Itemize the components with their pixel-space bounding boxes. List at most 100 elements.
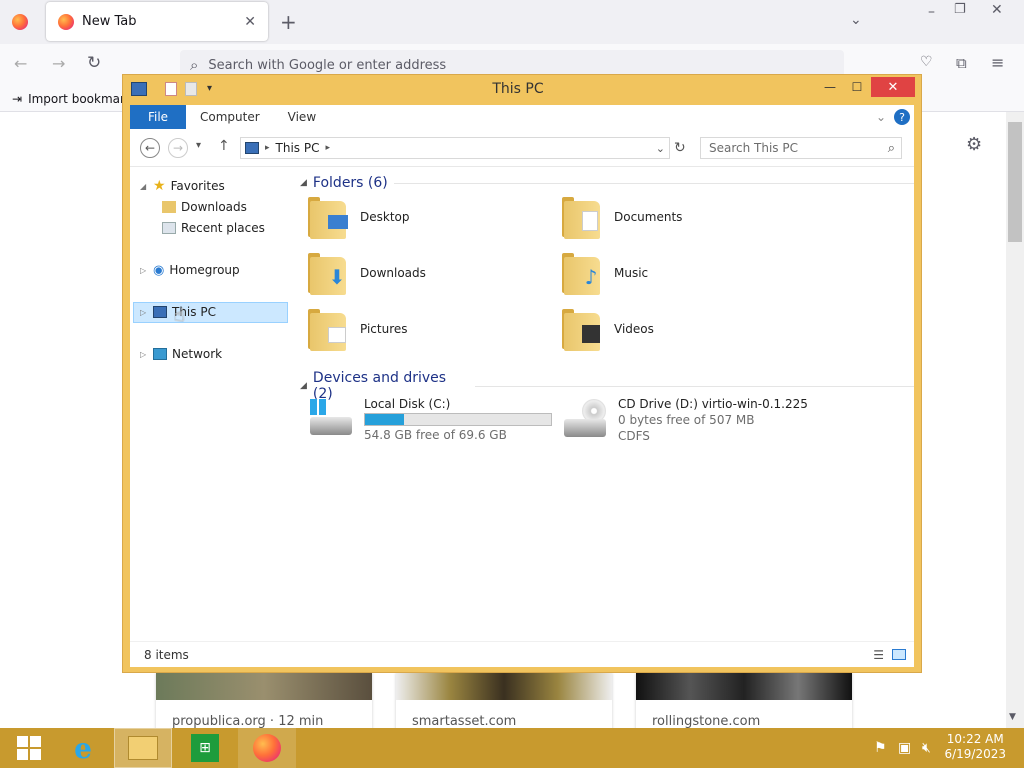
search-placeholder: Search This PC <box>709 141 798 155</box>
url-placeholder: Search with Google or enter address <box>208 57 447 73</box>
mouse-cursor-icon: ☝ <box>174 305 185 326</box>
collapse-arrow-icon[interactable]: ◢ <box>140 182 148 191</box>
folder-music[interactable]: ♪ Music <box>562 251 648 295</box>
ribbon-tabs: File Computer View ⌄ ? <box>130 105 914 129</box>
card-image <box>396 672 612 700</box>
scrollbar-thumb[interactable] <box>1008 122 1022 242</box>
drive-d-filesystem: CDFS <box>618 429 650 443</box>
nav-network[interactable]: ▷ Network <box>140 344 222 364</box>
browser-tab[interactable]: New Tab ✕ <box>46 2 268 41</box>
folder-downloads[interactable]: ⬇ Downloads <box>308 251 426 295</box>
nav-favorites[interactable]: ◢ ★ Favorites <box>140 176 225 196</box>
start-button[interactable] <box>0 728 58 768</box>
card-image <box>156 672 372 700</box>
volume-muted-icon[interactable]: 🔇︎ <box>922 740 931 756</box>
collapse-arrow-icon[interactable]: ◢ <box>300 381 307 391</box>
expand-arrow-icon[interactable]: ▷ <box>140 308 148 317</box>
windows-logo-icon <box>17 736 41 760</box>
address-bar[interactable]: ▸ This PC ▸ ⌄ <box>240 137 670 159</box>
pocket-icon[interactable]: ♡ <box>920 54 933 70</box>
scroll-down-icon[interactable]: ▼ <box>1009 712 1016 722</box>
back-icon[interactable]: ← <box>14 54 27 73</box>
minimize-icon[interactable]: – <box>928 4 935 20</box>
top-site-card[interactable]: rollingstone.com <box>636 672 852 732</box>
breadcrumb-arrow-icon[interactable]: ▸ <box>325 143 330 153</box>
store-icon: ⊞ <box>191 734 219 762</box>
top-site-card[interactable]: propublica.org · 12 min <box>156 672 372 732</box>
address-dropdown-icon[interactable]: ⌄ <box>656 142 669 155</box>
help-icon[interactable]: ? <box>894 109 910 125</box>
new-tab-icon[interactable]: + <box>280 10 297 34</box>
drive-d[interactable]: CD Drive (D:) virtio-win-0.1.225 0 bytes… <box>562 397 808 443</box>
clock-time: 10:22 AM <box>946 732 1004 746</box>
window-titlebar[interactable]: ▾ This PC — ☐ ✕ <box>123 75 921 105</box>
firefox-icon <box>253 734 281 762</box>
folder-videos[interactable]: Videos <box>562 307 654 351</box>
breadcrumb-arrow-icon[interactable]: ▸ <box>265 143 270 153</box>
network-tray-icon[interactable]: ▣ <box>898 740 911 756</box>
taskbar-store[interactable]: ⊞ <box>176 728 234 768</box>
homegroup-icon: ◉ <box>153 262 165 278</box>
network-icon <box>153 348 167 360</box>
large-icons-view-icon[interactable] <box>892 649 906 660</box>
drive-c[interactable]: Local Disk (C:) 54.8 GB free of 69.6 GB <box>308 397 552 442</box>
file-explorer-icon <box>128 736 158 760</box>
expand-arrow-icon[interactable]: ▷ <box>140 350 148 359</box>
documents-folder-icon <box>562 195 604 239</box>
nav-downloads[interactable]: Downloads <box>162 197 247 217</box>
nav-homegroup[interactable]: ▷ ◉ Homegroup <box>140 260 240 280</box>
pictures-folder-icon <box>308 307 350 351</box>
tab-view[interactable]: View <box>274 105 330 129</box>
content-area: ◢ ★ Favorites Downloads Recent places ▷ … <box>130 167 914 641</box>
taskbar-file-explorer[interactable] <box>114 728 172 768</box>
app-menu-icon[interactable]: ≡ <box>991 53 1004 72</box>
action-center-flag-icon[interactable]: ⚑ <box>874 740 887 756</box>
recent-locations-icon[interactable]: ▾ <box>196 140 201 151</box>
up-icon[interactable]: ↑ <box>218 138 230 154</box>
reload-icon[interactable]: ↻ <box>87 53 101 73</box>
desktop-folder-icon <box>308 195 350 239</box>
taskbar-ie[interactable]: e <box>54 728 112 768</box>
drive-c-name: Local Disk (C:) <box>364 397 451 411</box>
taskbar-firefox[interactable] <box>238 728 296 768</box>
close-tab-icon[interactable]: ✕ <box>244 14 256 30</box>
nav-recent-places[interactable]: Recent places <box>162 218 265 238</box>
tab-list-icon[interactable]: ⌄ <box>850 12 862 28</box>
drive-c-usage-fill <box>365 414 405 425</box>
forward-icon[interactable]: → <box>52 54 65 73</box>
expand-arrow-icon[interactable]: ▷ <box>140 266 148 275</box>
system-clock[interactable]: 10:22 AM 6/19/2023 <box>944 732 1006 762</box>
collapse-arrow-icon[interactable]: ◢ <box>300 178 307 188</box>
videos-folder-icon <box>562 307 604 351</box>
folder-pictures[interactable]: Pictures <box>308 307 408 351</box>
back-icon[interactable]: ← <box>140 138 160 158</box>
drive-d-name: CD Drive (D:) virtio-win-0.1.225 <box>618 397 808 411</box>
extensions-icon[interactable]: ⧉ <box>956 54 967 72</box>
search-icon: ⌕ <box>887 140 895 156</box>
expand-ribbon-icon[interactable]: ⌄ <box>870 105 892 129</box>
details-view-icon[interactable]: ☰ <box>873 648 884 662</box>
firefox-menu-icon[interactable] <box>12 14 28 30</box>
folders-group-header[interactable]: ◢ Folders (6) <box>300 175 914 191</box>
window-minimize-icon[interactable]: — <box>817 77 843 97</box>
tab-title: New Tab <box>82 14 137 29</box>
window-close-icon[interactable]: ✕ <box>871 77 915 97</box>
tab-file[interactable]: File <box>130 105 186 129</box>
import-bookmarks-link[interactable]: Import bookmark <box>28 92 132 106</box>
this-pc-icon <box>153 306 167 318</box>
folder-documents[interactable]: Documents <box>562 195 682 239</box>
folder-desktop[interactable]: Desktop <box>308 195 410 239</box>
tab-computer[interactable]: Computer <box>186 105 274 129</box>
address-path[interactable]: This PC <box>276 141 320 155</box>
window-maximize-icon[interactable]: ☐ <box>844 77 870 97</box>
forward-icon[interactable]: → <box>168 138 188 158</box>
refresh-icon[interactable]: ↻ <box>674 140 686 156</box>
newtab-settings-icon[interactable]: ⚙ <box>966 134 982 155</box>
star-icon: ★ <box>153 178 166 194</box>
search-box[interactable]: Search This PC ⌕ <box>700 137 902 159</box>
drive-c-detail: 54.8 GB free of 69.6 GB <box>364 428 507 442</box>
top-site-card[interactable]: smartasset.com <box>396 672 612 732</box>
import-icon: ⇥ <box>12 91 23 106</box>
close-browser-icon[interactable]: ✕ <box>991 2 1003 18</box>
restore-icon[interactable]: ❐ <box>954 2 966 17</box>
